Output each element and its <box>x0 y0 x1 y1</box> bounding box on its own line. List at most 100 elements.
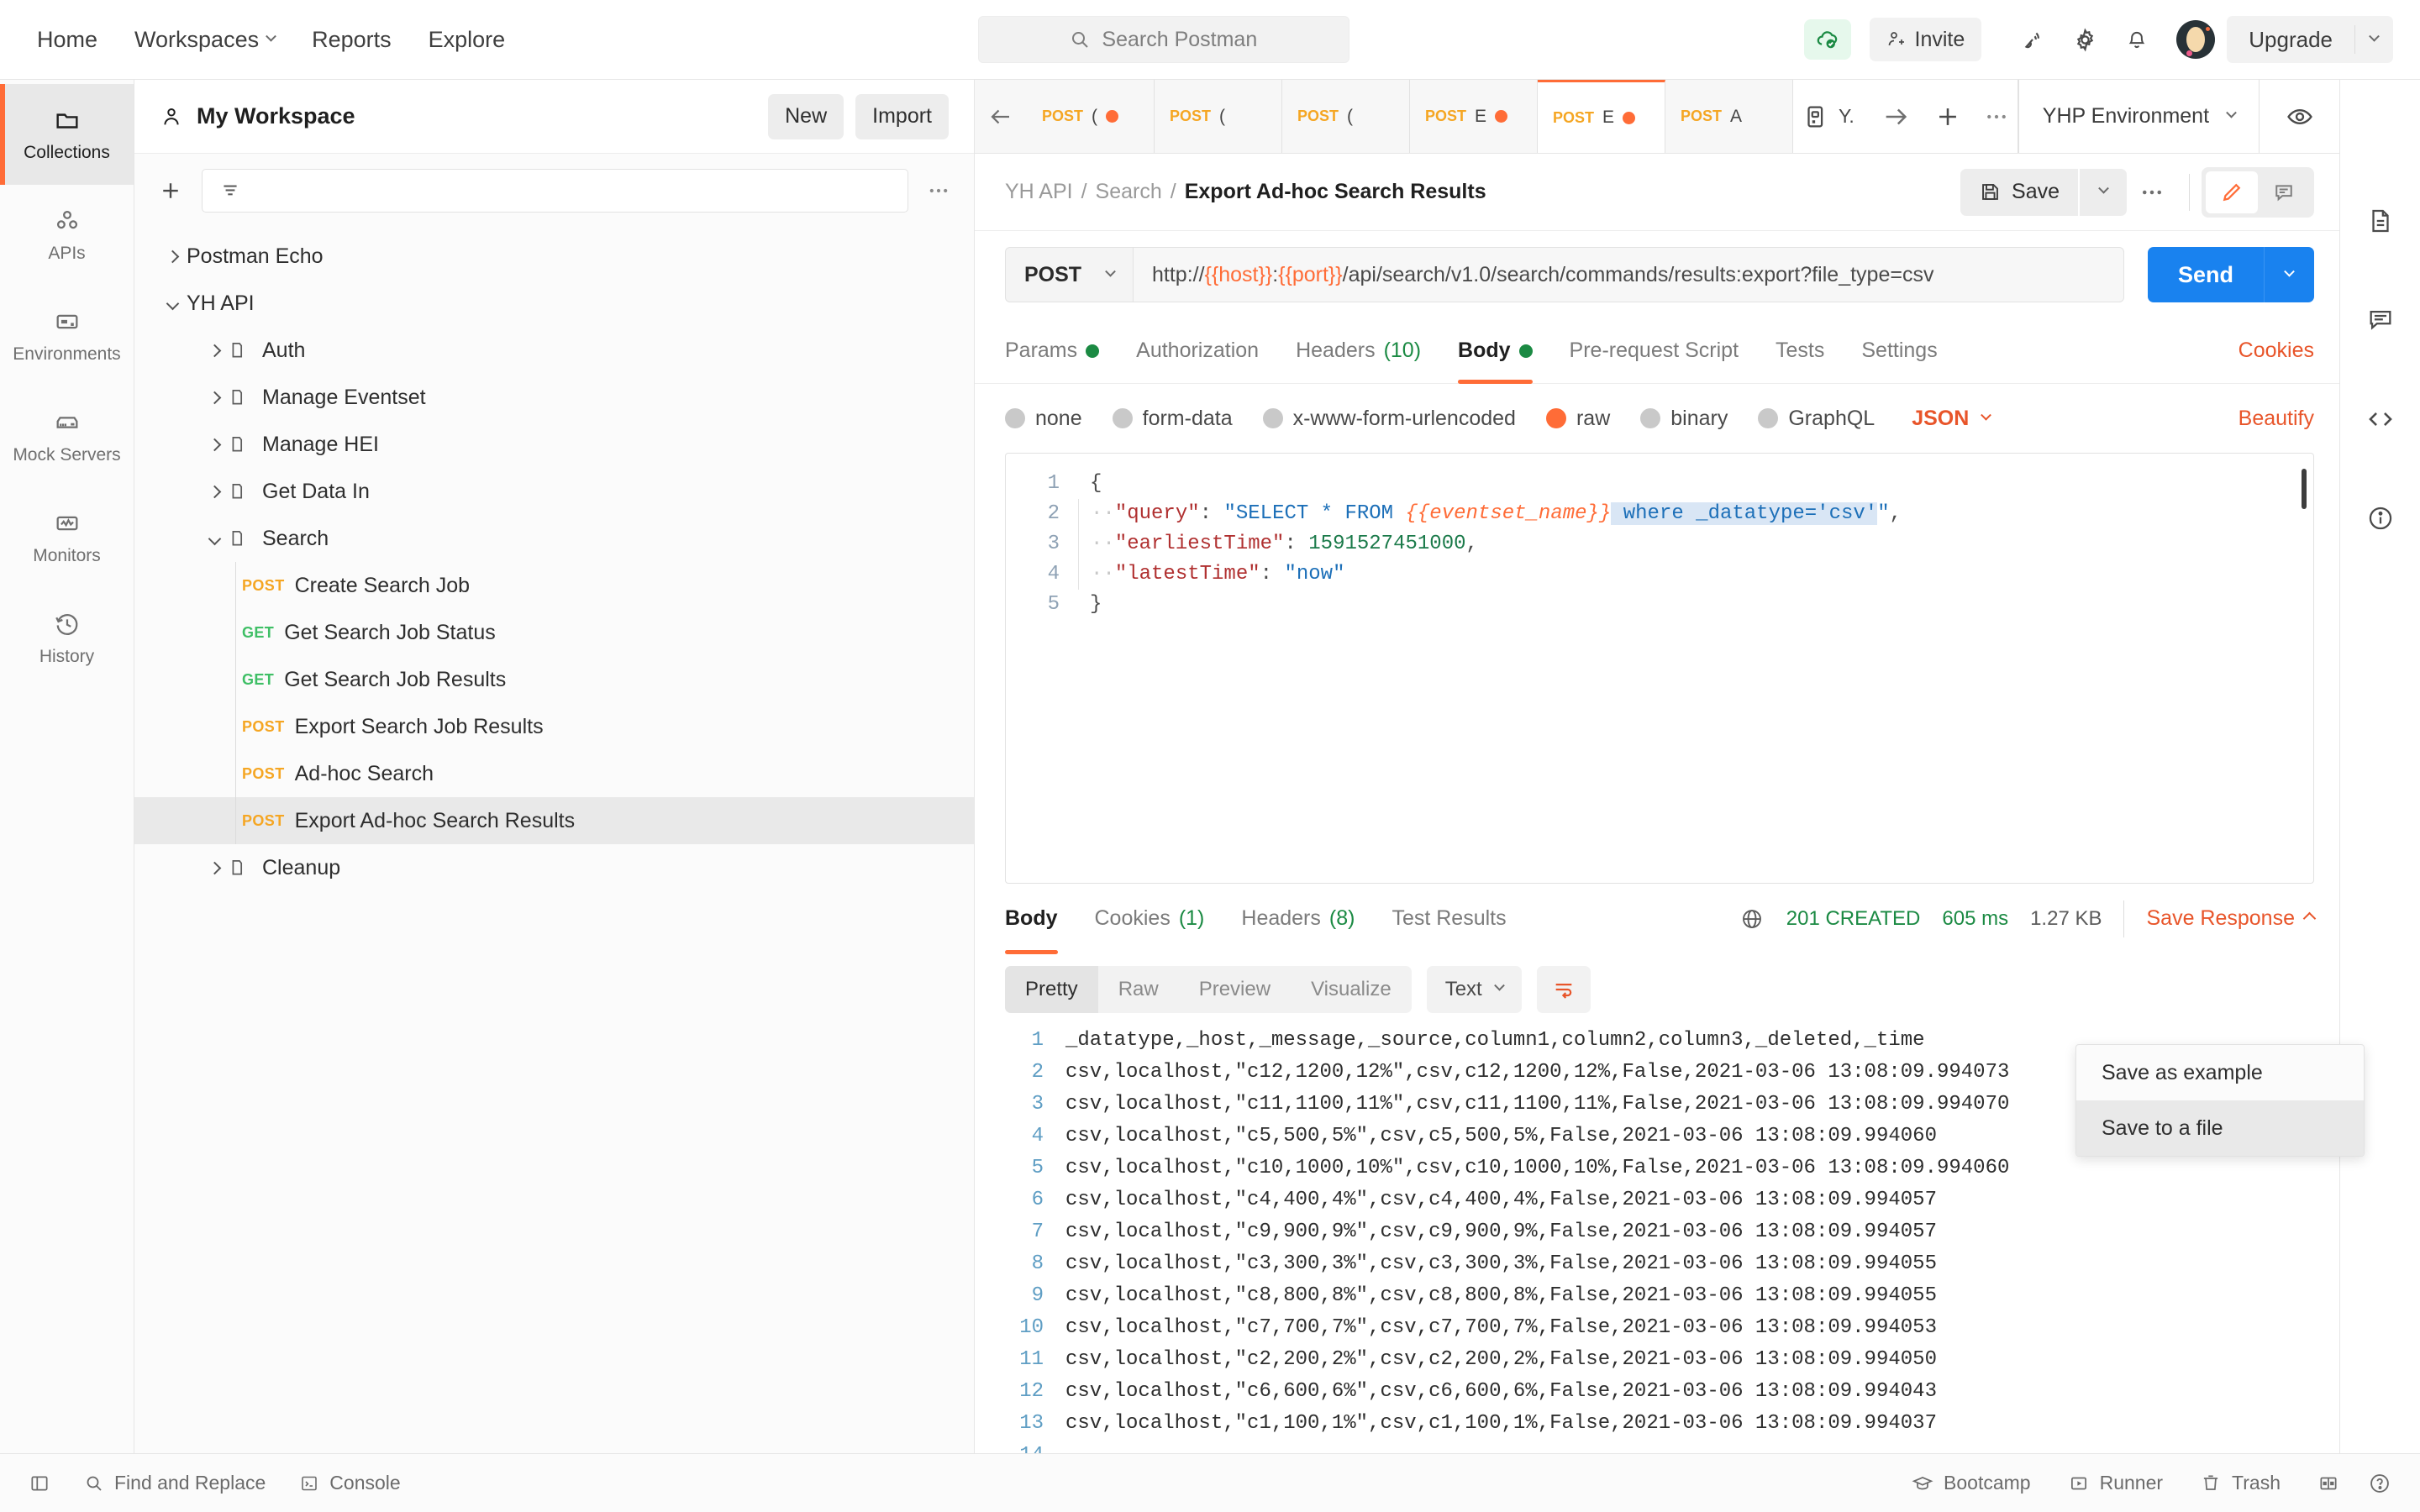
body-mode-none[interactable]: none <box>1005 407 1082 431</box>
request-tab-settings[interactable]: Settings <box>1843 318 1955 384</box>
request-tab[interactable]: POST A <box>1665 80 1793 153</box>
import-button[interactable]: Import <box>855 93 949 139</box>
request-more-options-button[interactable] <box>2127 169 2177 216</box>
send-options-button[interactable] <box>2264 247 2314 302</box>
tree-folder-item[interactable]: Auth <box>134 327 974 374</box>
save-button[interactable]: Save <box>1960 168 2078 216</box>
tree-twisty[interactable] <box>200 485 229 498</box>
environment-quick-look-button[interactable] <box>2259 80 2339 153</box>
response-tab-cookies[interactable]: Cookies (1) <box>1076 884 1223 954</box>
save-response-button[interactable]: Save Response <box>2146 906 2317 931</box>
nav-home[interactable]: Home <box>30 18 116 61</box>
sidebar-item-mock-servers[interactable]: Mock Servers <box>0 386 134 487</box>
tabs-scroll-left-button[interactable] <box>975 80 1027 153</box>
request-tab-authorization[interactable]: Authorization <box>1118 318 1277 384</box>
tree-collection-item[interactable]: YH API <box>134 280 974 327</box>
tree-twisty[interactable] <box>200 438 229 451</box>
response-tab-test-results[interactable]: Test Results <box>1373 884 1524 954</box>
view-mode-raw[interactable]: Raw <box>1098 966 1179 1013</box>
response-format-select[interactable]: Text <box>1426 965 1522 1013</box>
help-button[interactable] <box>2368 1472 2391 1495</box>
search-input[interactable]: Search Postman <box>977 16 1349 63</box>
tree-twisty[interactable] <box>158 297 187 310</box>
documentation-button[interactable] <box>2357 197 2404 244</box>
tree-request-item[interactable]: POST Create Search Job <box>134 562 974 609</box>
notifications-button[interactable] <box>2111 16 2163 63</box>
runner-icon[interactable] <box>1802 102 1830 131</box>
arrow-right-icon[interactable] <box>1881 102 1910 131</box>
view-mode-preview[interactable]: Preview <box>1179 966 1291 1013</box>
tree-folder-item[interactable]: Get Data In <box>134 468 974 515</box>
cookies-link[interactable]: Cookies <box>2238 339 2314 363</box>
request-tab[interactable]: POST ( <box>1155 80 1282 153</box>
find-and-replace-button[interactable]: Find and Replace <box>84 1472 266 1494</box>
url-input[interactable]: http://{{host}}: {{port}}/api/search/v1.0… <box>1133 247 2124 302</box>
sync-status-badge[interactable] <box>1803 19 1851 60</box>
info-button[interactable] <box>2357 495 2404 542</box>
body-mode-form-data[interactable]: form-data <box>1112 407 1233 431</box>
comment-mode-button[interactable] <box>2258 171 2310 213</box>
sidebar-toggle-button[interactable] <box>29 1473 50 1494</box>
avatar[interactable] <box>2176 20 2216 59</box>
request-tab-params[interactable]: Params <box>1005 318 1118 384</box>
tree-twisty[interactable] <box>200 344 229 357</box>
request-tab[interactable]: POST ( <box>1282 80 1410 153</box>
request-tab-pre-request-script[interactable]: Pre-request Script <box>1551 318 1757 384</box>
trash-button[interactable]: Trash <box>2200 1472 2281 1494</box>
request-tab[interactable]: POST E <box>1410 80 1538 153</box>
response-tab-headers[interactable]: Headers (8) <box>1223 884 1373 954</box>
tree-request-item[interactable]: GET Get Search Job Status <box>134 609 974 656</box>
code-snippet-button[interactable] <box>2357 396 2404 443</box>
raw-format-select[interactable]: JSON <box>1912 407 1992 431</box>
request-tab-tests[interactable]: Tests <box>1757 318 1843 384</box>
tree-folder-item[interactable]: Search <box>134 515 974 562</box>
request-tab[interactable]: POST ( <box>1027 80 1155 153</box>
tree-twisty[interactable] <box>158 249 187 263</box>
body-mode-binary[interactable]: binary <box>1640 407 1728 431</box>
layout-toggle-button[interactable] <box>2317 1473 2339 1494</box>
runner-button[interactable]: Runner <box>2068 1472 2163 1494</box>
bootcamp-button[interactable]: Bootcamp <box>1912 1472 2031 1494</box>
tree-folder-item[interactable]: Cleanup <box>134 844 974 891</box>
tree-twisty[interactable] <box>200 391 229 404</box>
wrap-lines-button[interactable] <box>1536 965 1591 1013</box>
tree-twisty[interactable] <box>200 532 229 545</box>
response-tab-body[interactable]: Body <box>1005 884 1076 954</box>
plus-icon[interactable] <box>158 178 183 203</box>
invite-button[interactable]: Invite <box>1869 18 1982 61</box>
nav-workspaces[interactable]: Workspaces <box>116 18 293 61</box>
sidebar-item-environments[interactable]: Environments <box>0 286 134 386</box>
broadcast-button[interactable] <box>2007 16 2059 63</box>
menu-item-save-to-a-file[interactable]: Save to a file <box>2076 1100 2364 1156</box>
sidebar-item-monitors[interactable]: Monitors <box>0 487 134 588</box>
upgrade-caret[interactable] <box>2355 30 2393 44</box>
console-button[interactable]: Console <box>299 1472 401 1494</box>
sidebar-item-history[interactable]: History <box>0 588 134 689</box>
view-mode-pretty[interactable]: Pretty <box>1005 965 1098 1013</box>
new-tab-plus-icon[interactable] <box>1933 102 1962 131</box>
breadcrumb-folder[interactable]: Search <box>1096 180 1162 204</box>
tree-folder-item[interactable]: Manage HEI <box>134 421 974 468</box>
tree-request-item[interactable]: POST Export Search Job Results <box>134 703 974 750</box>
sidebar-item-collections[interactable]: Collections <box>0 84 134 185</box>
new-button[interactable]: New <box>768 93 844 139</box>
comments-button[interactable] <box>2357 297 2404 344</box>
tree-request-item[interactable]: POST Export Ad-hoc Search Results <box>134 797 974 844</box>
send-button[interactable]: Send <box>2147 247 2264 302</box>
save-options-button[interactable] <box>2080 168 2127 216</box>
environment-selector[interactable]: YHP Environment <box>2018 80 2259 153</box>
body-mode-raw[interactable]: raw <box>1545 407 1610 431</box>
tree-collection-item[interactable]: Postman Echo <box>134 233 974 280</box>
settings-button[interactable] <box>2059 16 2111 63</box>
tree-folder-item[interactable]: Manage Eventset <box>134 374 974 421</box>
http-method-select[interactable]: POST <box>1005 247 1133 302</box>
menu-item-save-as-example[interactable]: Save as example <box>2076 1045 2364 1100</box>
body-mode-x-www-form-urlencoded[interactable]: x-www-form-urlencoded <box>1262 407 1516 431</box>
breadcrumb-collection[interactable]: YH API <box>1005 180 1073 204</box>
tree-twisty[interactable] <box>200 861 229 874</box>
more-options-icon[interactable] <box>927 179 950 202</box>
request-tab-headers[interactable]: Headers (10) <box>1277 318 1439 384</box>
nav-explore[interactable]: Explore <box>410 18 524 61</box>
request-body-editor[interactable]: 1 { 2 ··"query": "SELECT * FROM {{events… <box>1005 453 2314 884</box>
tree-request-item[interactable]: POST Ad-hoc Search <box>134 750 974 797</box>
